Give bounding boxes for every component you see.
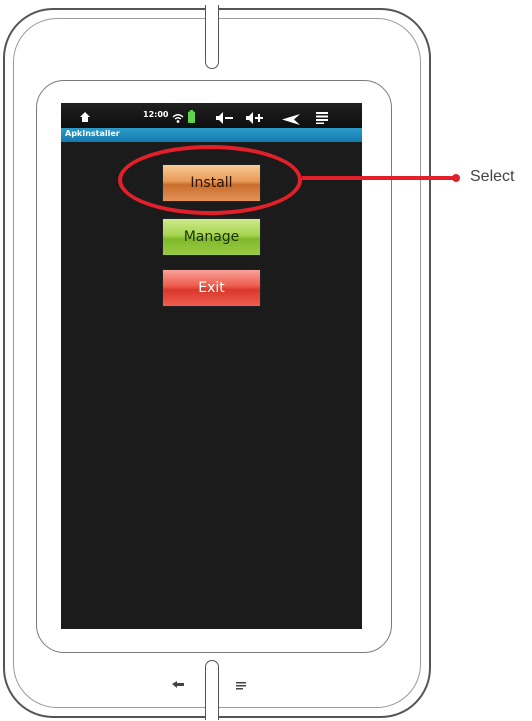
- volume-down-icon[interactable]: [216, 109, 234, 128]
- hardware-back-icon[interactable]: [172, 675, 184, 694]
- exit-button[interactable]: Exit: [162, 269, 261, 307]
- manage-button[interactable]: Manage: [162, 218, 261, 256]
- battery-icon: [188, 108, 195, 127]
- back-icon[interactable]: [282, 110, 300, 129]
- status-time: 12:00: [143, 110, 169, 119]
- menu-icon[interactable]: [316, 109, 328, 128]
- app-title-bar: ApkInstaller: [61, 128, 362, 142]
- hardware-menu-icon[interactable]: [236, 675, 246, 694]
- callout-line: [302, 176, 456, 180]
- home-icon[interactable]: [79, 108, 91, 127]
- callout-dot: [452, 174, 460, 182]
- status-bar: 12:00: [61, 103, 362, 128]
- app-title: ApkInstaller: [65, 129, 120, 138]
- bottom-slot: [205, 660, 219, 720]
- callout-label: Select: [470, 168, 515, 185]
- volume-up-icon[interactable]: [246, 109, 264, 128]
- highlight-ellipse: [118, 145, 302, 215]
- wifi-icon: [172, 109, 184, 128]
- top-slot: [205, 5, 219, 69]
